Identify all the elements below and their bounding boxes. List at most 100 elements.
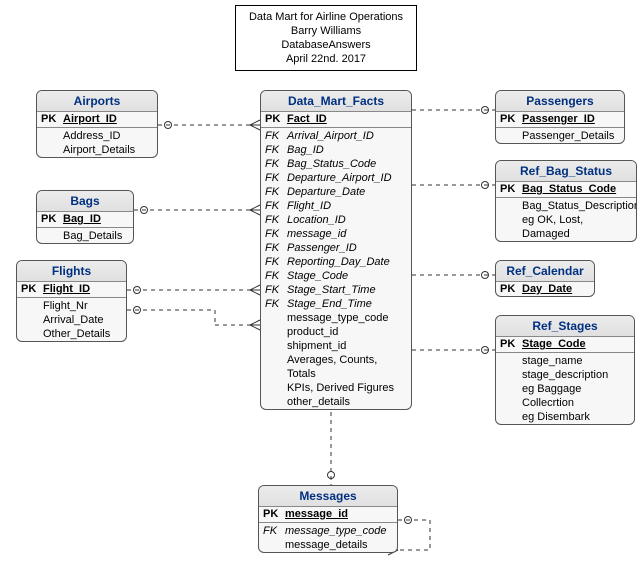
column-name: Passenger_ID (522, 112, 620, 126)
key-indicator (21, 327, 43, 341)
column-name: product_id (287, 325, 407, 339)
table-row: FKLocation_ID (261, 213, 411, 227)
entity-ref-calendar: Ref_Calendar PKDay_Date (495, 260, 595, 297)
table-row: FKBag_ID (261, 143, 411, 157)
table-row: other_details (261, 395, 411, 409)
column-name: Airport_ID (63, 112, 153, 126)
table-row: Passenger_Details (496, 129, 624, 143)
column-name: Bag_ID (287, 143, 407, 157)
key-indicator: PK (21, 282, 43, 296)
column-name: message_id (287, 227, 407, 241)
key-indicator (265, 339, 287, 353)
entity-body: PKFlight_ID Flight_NrArrival_DateOther_De… (17, 282, 126, 341)
column-name: message_id (285, 507, 393, 521)
column-name: Departure_Date (287, 185, 407, 199)
table-row: PKFlight_ID (17, 282, 126, 296)
key-indicator (500, 213, 522, 241)
table-row: PKBag_ID (37, 212, 133, 226)
key-indicator (265, 353, 287, 381)
key-indicator: FK (265, 143, 287, 157)
key-indicator: FK (265, 227, 287, 241)
entity-header: Flights (17, 261, 126, 282)
table-row: Averages, Counts, Totals (261, 353, 411, 381)
column-name: Stage_Code (522, 337, 630, 351)
table-row: PKFact_ID (261, 112, 411, 126)
key-indicator: PK (263, 507, 285, 521)
table-row: eg Baggage Collecrtion (496, 382, 634, 410)
entity-ref-bag-status: Ref_Bag_Status PKBag_Status_CodeBag_Stat… (495, 160, 637, 242)
entity-header: Airports (37, 91, 157, 112)
entity-passengers: Passengers PKPassenger_IDPassenger_Detai… (495, 90, 625, 144)
column-name: Location_ID (287, 213, 407, 227)
key-indicator: FK (265, 213, 287, 227)
key-indicator: PK (41, 212, 63, 226)
table-row: PKmessage_id (259, 507, 397, 521)
column-name: Flight_ID (287, 199, 407, 213)
column-name: Fact_ID (287, 112, 407, 126)
key-indicator: FK (265, 255, 287, 269)
key-indicator (265, 381, 287, 395)
table-row: PKAirport_ID (37, 112, 157, 126)
title-line-4: April 22nd. 2017 (236, 52, 416, 66)
table-row: KPIs, Derived Figures (261, 381, 411, 395)
column-name: Arrival_Date (43, 313, 122, 327)
column-name: Bag_Status_Description (522, 199, 637, 213)
column-name: Stage_Code (287, 269, 407, 283)
column-name: Day_Date (522, 282, 590, 296)
entity-messages: Messages PKmessage_idFKmessage_type_code… (258, 485, 398, 553)
entity-body: PKBag_Status_Code Bag_Status_Descriptione… (496, 182, 636, 241)
key-indicator: PK (500, 182, 522, 196)
column-name: Bag_Status_Code (287, 157, 407, 171)
column-name: eg Disembark (522, 410, 630, 424)
key-indicator (500, 368, 522, 382)
entity-header: Passengers (496, 91, 624, 112)
key-indicator: FK (265, 129, 287, 143)
table-row: eg OK, Lost, Damaged (496, 213, 636, 241)
column-name: Other_Details (43, 327, 122, 341)
table-row: FKStage_Start_Time (261, 283, 411, 297)
table-row: shipment_id (261, 339, 411, 353)
entity-header: Data_Mart_Facts (261, 91, 411, 112)
key-indicator (265, 311, 287, 325)
key-indicator: FK (265, 157, 287, 171)
entity-body: PKAirport_IDAddress_IDAirport_Details (37, 112, 157, 157)
key-indicator: FK (265, 283, 287, 297)
column-name: Reporting_Day_Date (287, 255, 407, 269)
entity-body: PKDay_Date (496, 282, 594, 296)
column-name: stage_description (522, 368, 630, 382)
key-indicator (21, 299, 43, 313)
column-name: Flight_ID (43, 282, 122, 296)
column-name: Averages, Counts, Totals (287, 353, 407, 381)
entity-header: Ref_Stages (496, 316, 634, 337)
table-row: FKFlight_ID (261, 199, 411, 213)
key-indicator (500, 354, 522, 368)
column-name: Airport_Details (63, 143, 153, 157)
table-row: Bag_Details (37, 229, 133, 243)
key-indicator: FK (265, 199, 287, 213)
table-row: FKStage_Code (261, 269, 411, 283)
key-indicator (265, 395, 287, 409)
table-row: product_id (261, 325, 411, 339)
table-row: stage_name (496, 354, 634, 368)
key-indicator (41, 129, 63, 143)
key-indicator: FK (265, 171, 287, 185)
column-name: other_details (287, 395, 407, 409)
key-indicator (21, 313, 43, 327)
table-row: Other_Details (17, 327, 126, 341)
table-row: FKPassenger_ID (261, 241, 411, 255)
column-name: message_type_code (285, 524, 393, 538)
key-indicator (265, 325, 287, 339)
table-row: PKBag_Status_Code (496, 182, 636, 196)
key-indicator: FK (265, 297, 287, 311)
title-line-3: DatabaseAnswers (236, 38, 416, 52)
column-name: message_details (285, 538, 393, 552)
column-name: stage_name (522, 354, 630, 368)
key-indicator (500, 382, 522, 410)
table-row: Bag_Status_Description (496, 199, 636, 213)
table-row: stage_description (496, 368, 634, 382)
column-name: Bag_Status_Code (522, 182, 632, 196)
entity-data-mart-facts: Data_Mart_Facts PKFact_IDFKArrival_Airpo… (260, 90, 412, 410)
column-name: Passenger_ID (287, 241, 407, 255)
table-row: Arrival_Date (17, 313, 126, 327)
table-row: Flight_Nr (17, 299, 126, 313)
